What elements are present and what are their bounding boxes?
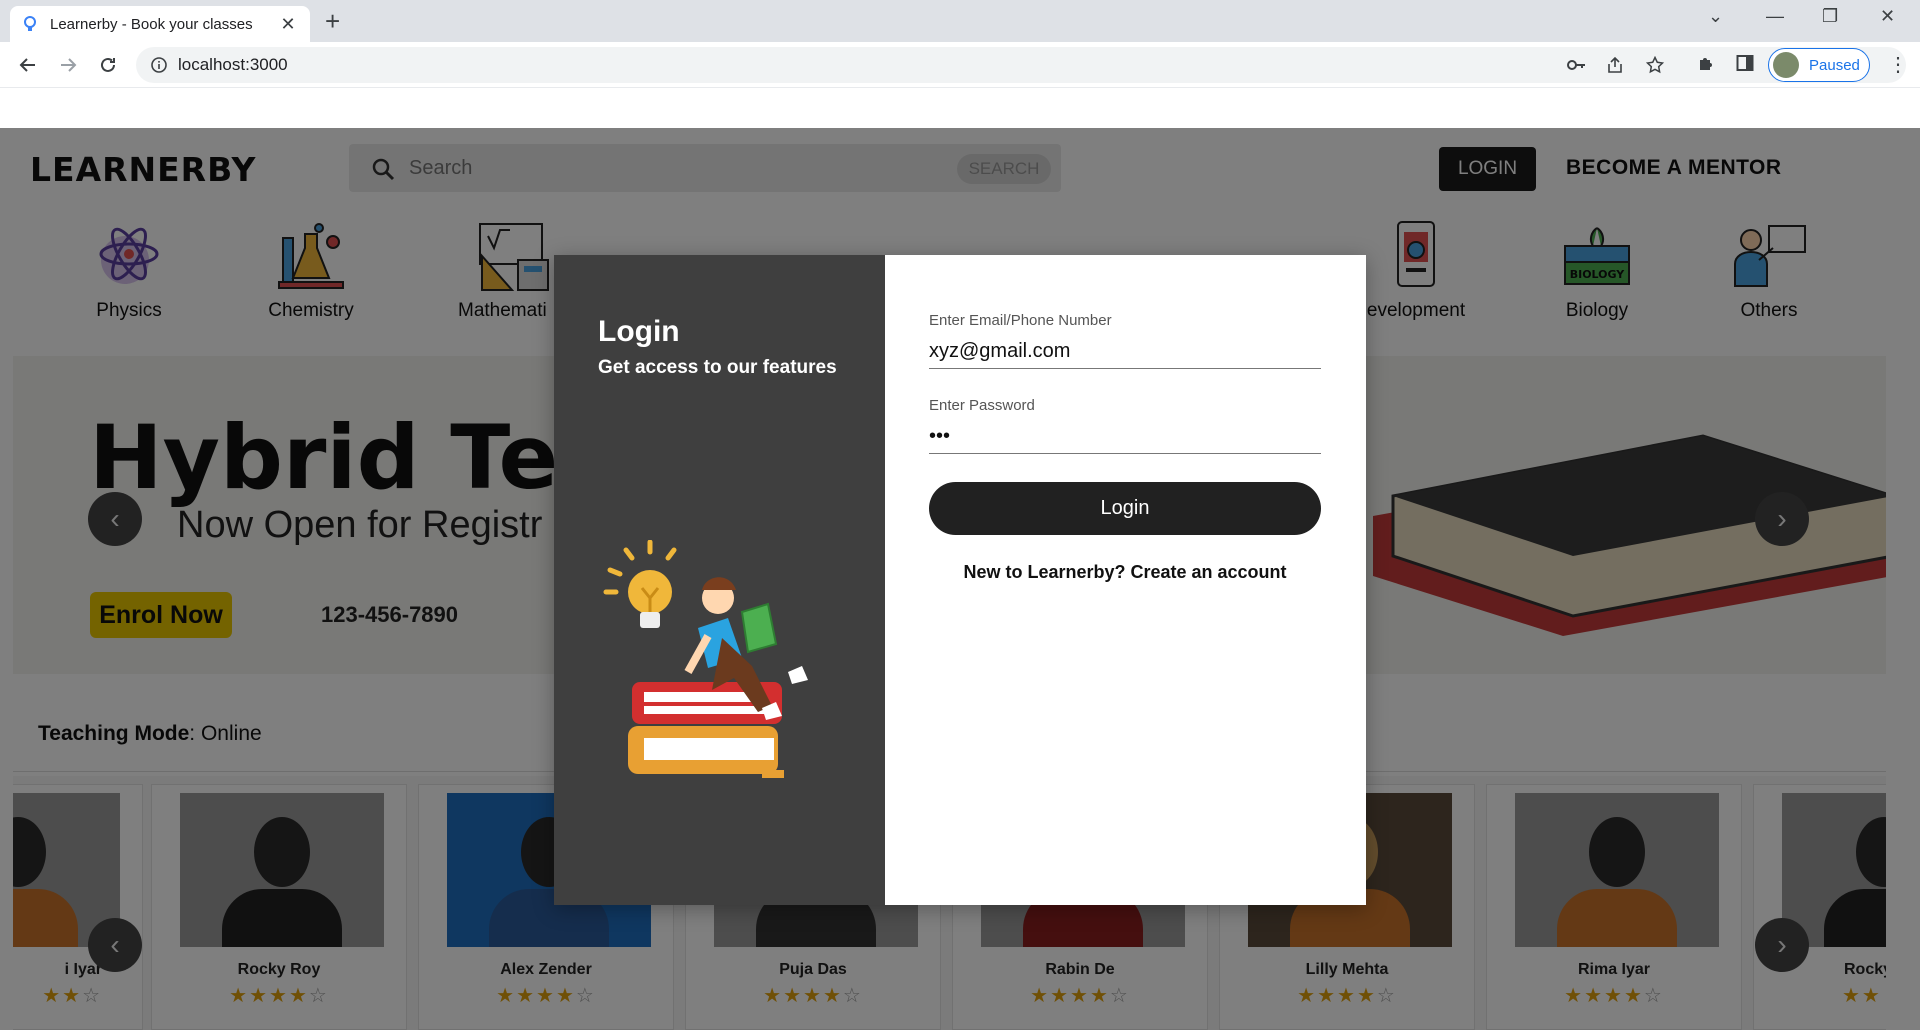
browser-tab-strip: Learnerby - Book your classes ✕ + ⌄ — ❐ … — [0, 0, 1920, 42]
side-panel-icon[interactable] — [1736, 54, 1754, 77]
password-key-icon[interactable] — [1566, 56, 1586, 79]
login-modal-subtitle: Get access to our features — [598, 357, 837, 378]
new-tab-icon[interactable]: + — [325, 8, 340, 34]
address-bar[interactable]: localhost:3000 — [136, 47, 1906, 83]
browser-tab[interactable]: Learnerby - Book your classes ✕ — [10, 6, 310, 42]
url-text: localhost:3000 — [178, 55, 288, 74]
minimize-icon[interactable]: — — [1766, 6, 1784, 27]
browser-toolbar: localhost:3000 Paused ⋮ — [0, 42, 1920, 88]
login-modal-title: Login — [598, 315, 680, 348]
password-label: Enter Password — [929, 397, 1035, 414]
email-label: Enter Email/Phone Number — [929, 312, 1112, 329]
password-field: Enter Password ••• — [929, 397, 1321, 454]
share-icon[interactable] — [1606, 56, 1624, 79]
student-reading-illustration — [603, 540, 808, 778]
back-icon[interactable] — [14, 51, 42, 79]
forward-icon[interactable] — [54, 51, 82, 79]
email-input[interactable]: xyz@gmail.com — [929, 335, 1321, 369]
reload-icon[interactable] — [94, 51, 122, 79]
browser-menu-icon[interactable]: ⋮ — [1888, 52, 1908, 77]
web-page: LEARNERBY Search SEARCH LOGIN BECOME A M… — [0, 128, 1920, 1030]
create-account-link[interactable]: New to Learnerby? Create an account — [929, 562, 1321, 583]
profile-avatar — [1773, 52, 1799, 78]
profile-status: Paused — [1809, 56, 1860, 74]
profile-button[interactable]: Paused — [1768, 48, 1870, 82]
tab-title: Learnerby - Book your classes — [50, 15, 253, 33]
restore-icon[interactable]: ❐ — [1822, 6, 1838, 27]
login-form: Enter Email/Phone Number xyz@gmail.com E… — [885, 255, 1366, 905]
extensions-puzzle-icon[interactable] — [1696, 54, 1716, 79]
close-window-icon[interactable]: ✕ — [1880, 6, 1895, 27]
tab-close-icon[interactable]: ✕ — [278, 14, 298, 35]
site-favicon-icon — [22, 16, 38, 32]
site-info-icon[interactable] — [150, 56, 168, 79]
tab-search-chevron-icon[interactable]: ⌄ — [1708, 6, 1723, 27]
email-field: Enter Email/Phone Number xyz@gmail.com — [929, 312, 1321, 369]
login-modal-side-panel: Login Get access to our features — [554, 255, 885, 905]
page-top-strip — [0, 88, 1920, 128]
login-modal: Login Get access to our features Enter E… — [554, 255, 1366, 905]
login-submit-button[interactable]: Login — [929, 482, 1321, 535]
bookmark-star-icon[interactable] — [1645, 55, 1665, 79]
password-input[interactable]: ••• — [929, 420, 1321, 454]
